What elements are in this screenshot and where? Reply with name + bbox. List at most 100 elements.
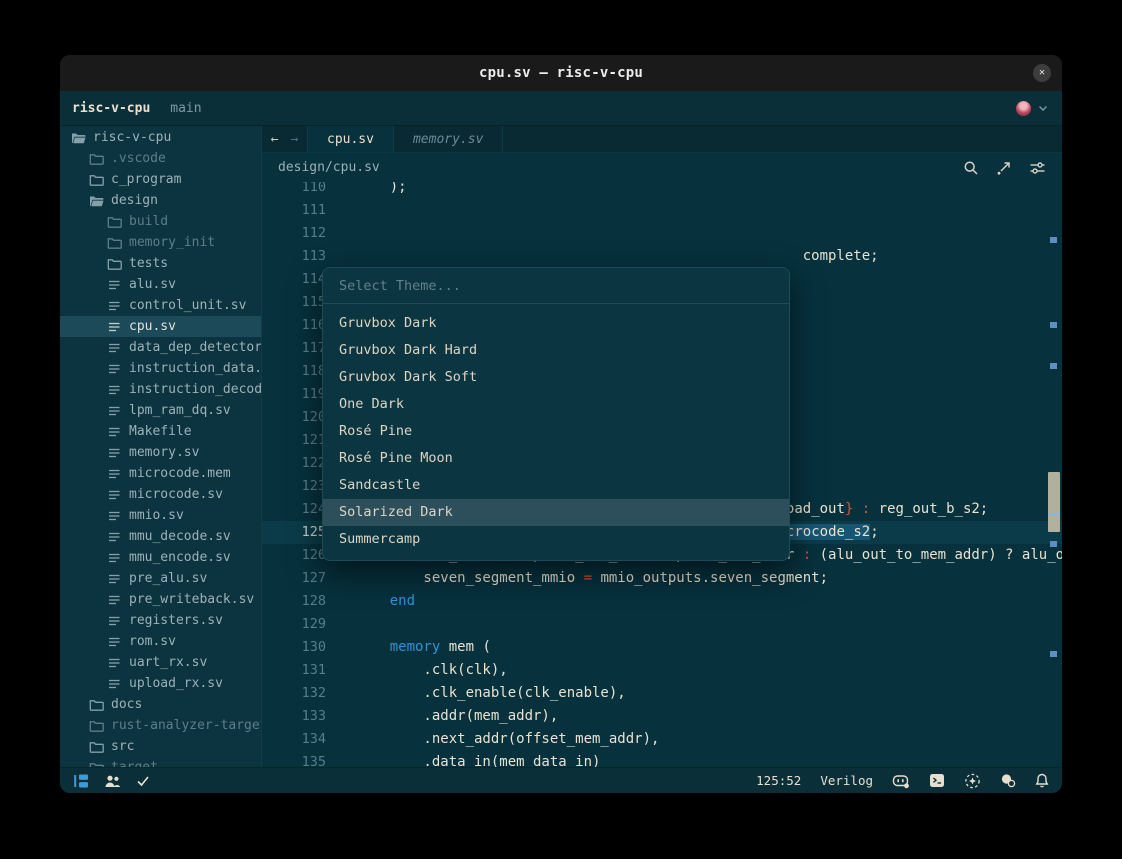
sidebar-item-risc-v-cpu[interactable]: risc-v-cpu bbox=[60, 127, 261, 148]
theme-option-gruvbox-dark-soft[interactable]: Gruvbox Dark Soft bbox=[323, 364, 789, 391]
theme-option-gruvbox-dark[interactable]: Gruvbox Dark bbox=[323, 310, 789, 337]
chevron-down-icon[interactable] bbox=[1038, 105, 1048, 112]
sidebar-item-target[interactable]: target bbox=[60, 757, 261, 767]
code-line-135[interactable]: 135 .data_in(mem_data_in) bbox=[262, 751, 1062, 767]
user-avatar[interactable] bbox=[1016, 101, 1031, 116]
sidebar-item-build[interactable]: build bbox=[60, 211, 261, 232]
sidebar-item-lpm-ram-dq-sv[interactable]: lpm_ram_dq.sv bbox=[60, 400, 261, 421]
sidebar-item-docs[interactable]: docs bbox=[60, 694, 261, 715]
theme-option-one-dark[interactable]: One Dark bbox=[323, 391, 789, 418]
diagnostics-summary-button[interactable] bbox=[1000, 773, 1016, 788]
sidebar-item-mmu-encode-sv[interactable]: mmu_encode.sv bbox=[60, 547, 261, 568]
sidebar-item-pre-alu-sv[interactable]: pre_alu.sv bbox=[60, 568, 261, 589]
scrollbar-thumb[interactable] bbox=[1048, 472, 1060, 532]
theme-option-sandcastle[interactable]: Sandcastle bbox=[323, 472, 789, 499]
tab-cpu-sv[interactable]: cpu.sv bbox=[308, 126, 394, 152]
ai-assistant-button[interactable] bbox=[964, 773, 981, 789]
file-icon bbox=[107, 383, 122, 397]
terminal-button[interactable] bbox=[929, 773, 945, 788]
sidebar-item--vscode[interactable]: .vscode bbox=[60, 148, 261, 169]
code-line-134[interactable]: 134 .next_addr(offset_mem_addr), bbox=[262, 728, 1062, 751]
code-line-128[interactable]: 128 end bbox=[262, 590, 1062, 613]
line-number: 131 bbox=[262, 659, 326, 682]
code-line-127[interactable]: 127 seven_segment_mmio = mmio_outputs.se… bbox=[262, 567, 1062, 590]
sidebar-item-rust-analyzer-target[interactable]: rust-analyzer-target bbox=[60, 715, 261, 736]
sidebar-item-makefile[interactable]: Makefile bbox=[60, 421, 261, 442]
sidebar-item-microcode-mem[interactable]: microcode.mem bbox=[60, 463, 261, 484]
code-line-131[interactable]: 131 .clk(clk), bbox=[262, 659, 1062, 682]
sidebar-item-mmu-decode-sv[interactable]: mmu_decode.sv bbox=[60, 526, 261, 547]
notifications-button[interactable] bbox=[1035, 773, 1049, 788]
nav-back-button[interactable]: ← bbox=[271, 132, 279, 147]
breadcrumb[interactable]: design/cpu.sv bbox=[278, 160, 380, 175]
sidebar-item-control-unit-sv[interactable]: control_unit.sv bbox=[60, 295, 261, 316]
terminal-icon bbox=[929, 773, 945, 788]
sidebar-item-rom-sv[interactable]: rom.sv bbox=[60, 631, 261, 652]
sidebar-item-alu-sv[interactable]: alu.sv bbox=[60, 274, 261, 295]
sidebar-item-registers-sv[interactable]: registers.sv bbox=[60, 610, 261, 631]
code-line-130[interactable]: 130 memory mem ( bbox=[262, 636, 1062, 659]
file-icon bbox=[107, 362, 122, 376]
check-icon bbox=[136, 775, 150, 787]
sidebar-item-label: memory.sv bbox=[129, 445, 199, 460]
file-icon bbox=[107, 593, 122, 607]
code-line-132[interactable]: 132 .clk_enable(clk_enable), bbox=[262, 682, 1062, 705]
window-close-button[interactable]: ✕ bbox=[1033, 64, 1051, 82]
sidebar-item-data-dep-detector-sv[interactable]: data_dep_detector.sv bbox=[60, 337, 261, 358]
sidebar-item-src[interactable]: src bbox=[60, 736, 261, 757]
nav-forward-button[interactable]: → bbox=[291, 132, 299, 147]
theme-option-solarized-dark[interactable]: Solarized Dark bbox=[323, 499, 789, 526]
editor-controls-icon[interactable] bbox=[1029, 160, 1046, 176]
sidebar-item-cpu-sv[interactable]: cpu.sv bbox=[60, 316, 261, 337]
sidebar-item-memory-sv[interactable]: memory.sv bbox=[60, 442, 261, 463]
sidebar-item-upload-rx-sv[interactable]: upload_rx.sv bbox=[60, 673, 261, 694]
sidebar-item-label: microcode.sv bbox=[129, 487, 223, 502]
sidebar-item-c-program[interactable]: c_program bbox=[60, 169, 261, 190]
search-icon[interactable] bbox=[963, 160, 979, 176]
theme-search-placeholder: Select Theme... bbox=[339, 278, 461, 294]
inline-assist-icon[interactable] bbox=[996, 160, 1012, 176]
theme-option-ros-pine[interactable]: Rosé Pine bbox=[323, 418, 789, 445]
diagnostics-check-button[interactable] bbox=[136, 775, 150, 787]
scrollbar-marker bbox=[1050, 322, 1057, 328]
sidebar-item-design[interactable]: design bbox=[60, 190, 261, 211]
tab-label: memory.sv bbox=[413, 132, 483, 147]
language-selector[interactable]: Verilog bbox=[820, 773, 873, 788]
code-line-113[interactable]: 113 complete; bbox=[262, 245, 1062, 268]
sidebar-item-instruction-decoder-sv[interactable]: instruction_decoder.sv bbox=[60, 379, 261, 400]
theme-option-summercamp[interactable]: Summercamp bbox=[323, 526, 789, 553]
project-name-button[interactable]: risc-v-cpu bbox=[72, 101, 150, 116]
sidebar-item-label: Makefile bbox=[129, 424, 192, 439]
line-number: 129 bbox=[262, 613, 326, 636]
git-branch-button[interactable]: main bbox=[170, 101, 201, 116]
code-line-129[interactable]: 129 bbox=[262, 613, 1062, 636]
scrollbar-marker bbox=[1050, 651, 1057, 657]
copilot-button[interactable] bbox=[892, 773, 910, 789]
people-icon bbox=[104, 774, 121, 788]
sidebar-item-label: design bbox=[111, 193, 158, 208]
line-number: 121 bbox=[262, 429, 326, 452]
line-number: 128 bbox=[262, 590, 326, 613]
sidebar-item-tests[interactable]: tests bbox=[60, 253, 261, 274]
tab-memory-sv[interactable]: memory.sv bbox=[394, 126, 503, 152]
project-panel-toggle-button[interactable] bbox=[73, 774, 89, 788]
sidebar-item-instruction-data-sv[interactable]: instruction_data.sv bbox=[60, 358, 261, 379]
sidebar-item-mmio-sv[interactable]: mmio.sv bbox=[60, 505, 261, 526]
theme-option-ros-pine-moon[interactable]: Rosé Pine Moon bbox=[323, 445, 789, 472]
collab-panel-button[interactable] bbox=[104, 774, 121, 788]
sidebar-item-label: mmu_decode.sv bbox=[129, 529, 231, 544]
cursor-position[interactable]: 125:52 bbox=[756, 773, 801, 788]
code-line-111[interactable]: 111 bbox=[262, 199, 1062, 222]
sidebar-item-uart-rx-sv[interactable]: uart_rx.sv bbox=[60, 652, 261, 673]
code-line-133[interactable]: 133 .addr(mem_addr), bbox=[262, 705, 1062, 728]
sidebar-item-microcode-sv[interactable]: microcode.sv bbox=[60, 484, 261, 505]
window-titlebar[interactable]: cpu.sv — risc-v-cpu ✕ bbox=[60, 55, 1062, 91]
sidebar-item-memory-init[interactable]: memory_init bbox=[60, 232, 261, 253]
sidebar-item-pre-writeback-sv[interactable]: pre_writeback.sv bbox=[60, 589, 261, 610]
code-line-112[interactable]: 112 bbox=[262, 222, 1062, 245]
theme-option-gruvbox-dark-hard[interactable]: Gruvbox Dark Hard bbox=[323, 337, 789, 364]
code-line-110[interactable]: 110 ); bbox=[262, 182, 1062, 199]
theme-search-input[interactable]: Select Theme... bbox=[323, 268, 789, 304]
file-icon bbox=[107, 656, 122, 670]
code-text: .clk(clk), bbox=[356, 659, 508, 682]
